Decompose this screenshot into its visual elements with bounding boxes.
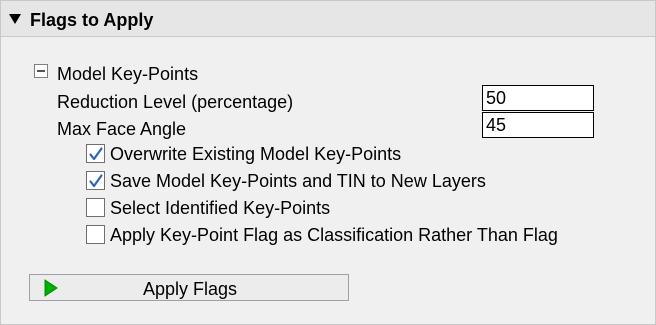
checkbox-label: Save Model Key-Points and TIN to New Lay… <box>110 171 486 191</box>
panel-title: Flags to Apply <box>30 10 154 30</box>
group-title-model-key-points: Model Key-Points <box>57 64 199 84</box>
reduction-level-input[interactable] <box>482 85 594 111</box>
checkmark-icon <box>89 147 103 161</box>
apply-flags-label: Apply Flags <box>142 279 238 299</box>
apply-flags-button[interactable]: Apply Flags <box>29 274 349 301</box>
reduction-level-label: Reduction Level (percentage) <box>57 92 294 112</box>
checkbox-label: Select Identified Key-Points <box>110 198 331 218</box>
checkbox-label: Apply Key-Point Flag as Classification R… <box>110 225 558 245</box>
checkmark-icon <box>89 174 103 188</box>
checkbox-box[interactable] <box>86 171 105 190</box>
checkbox-box[interactable] <box>86 144 105 163</box>
checkbox-box[interactable] <box>86 225 105 244</box>
max-face-angle-label: Max Face Angle <box>57 119 187 139</box>
checkbox-label: Overwrite Existing Model Key-Points <box>110 144 402 164</box>
panel-header-flags-to-apply[interactable]: Flags to Apply <box>1 6 655 37</box>
checkbox-box[interactable] <box>86 198 105 217</box>
collapse-arrow-icon[interactable] <box>9 14 21 24</box>
group-collapse-icon[interactable] <box>34 64 48 78</box>
max-face-angle-input[interactable] <box>482 112 594 138</box>
